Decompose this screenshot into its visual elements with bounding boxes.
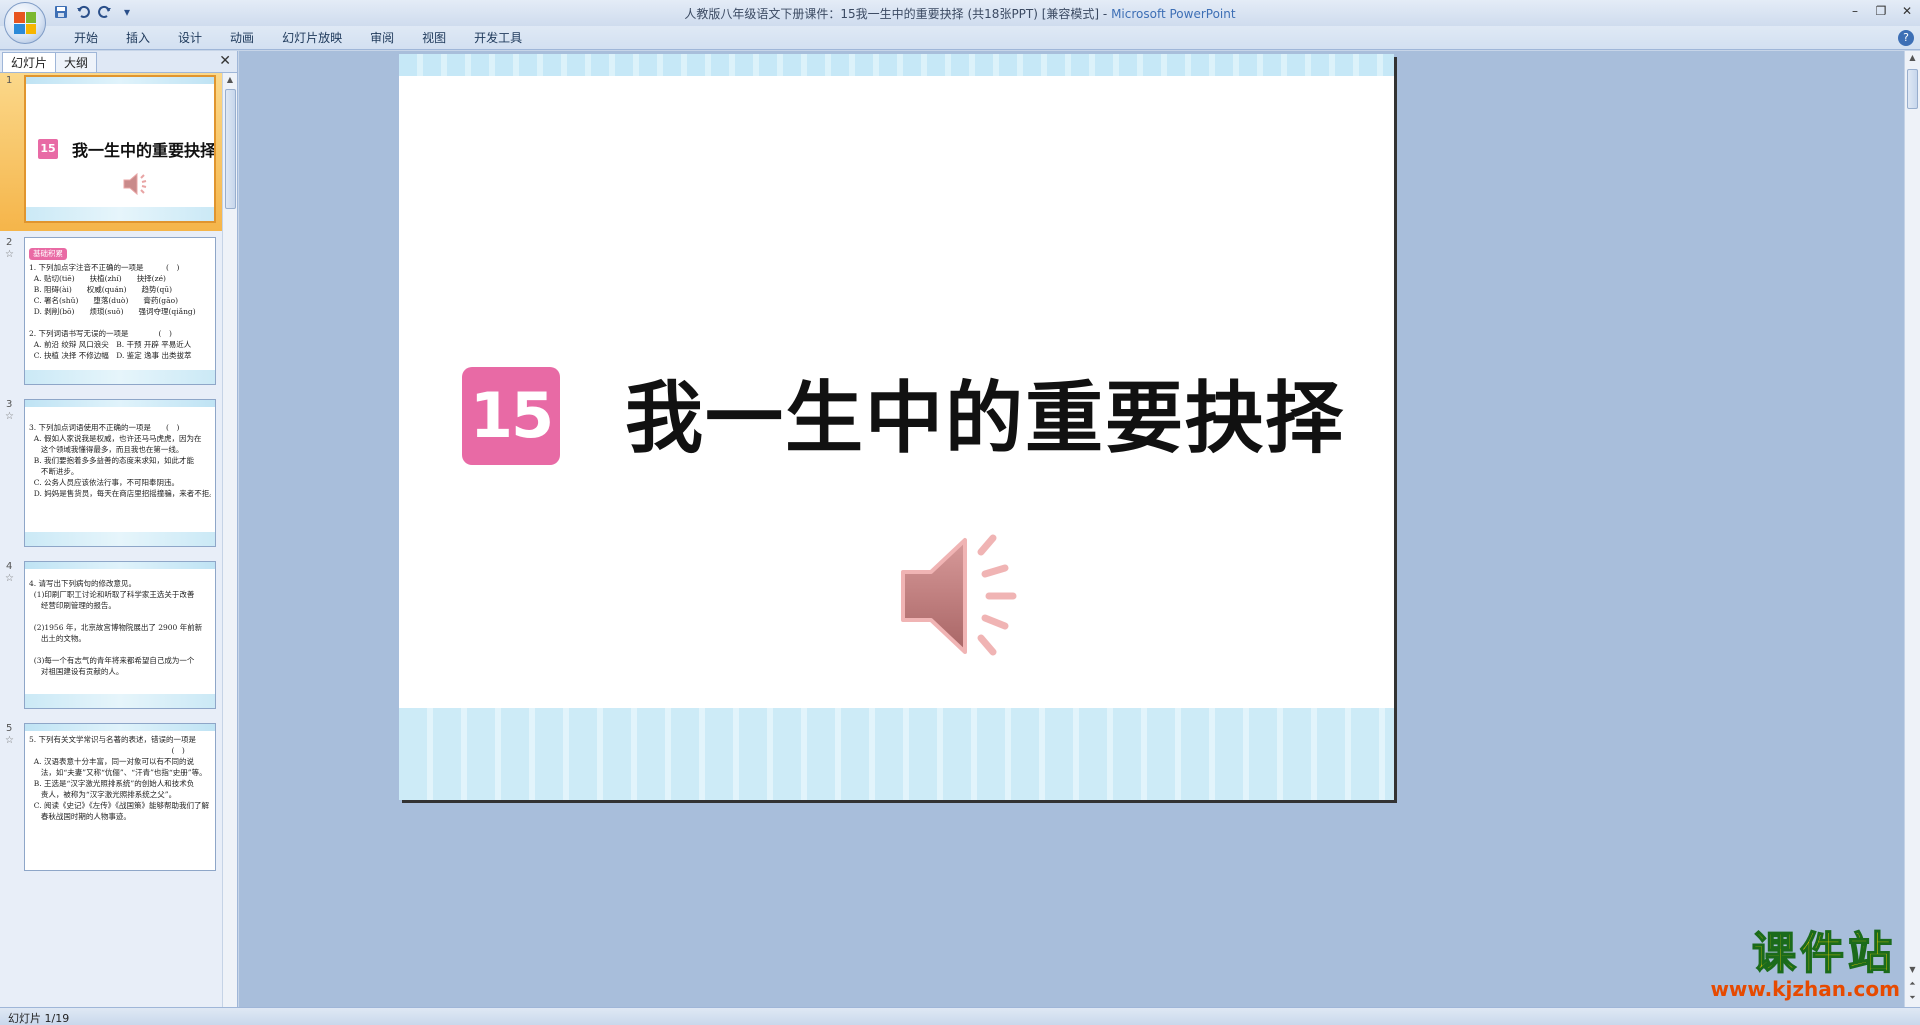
thumb-body-text: 1. 下列加点字注音不正确的一项是 ( ) A. 贴切(tiē) 扶植(zhí)… — [29, 263, 196, 360]
thumbnail-list: 1 15 我一生中的重要抉择 2 ☆ 基础积累 1. 下列加点字注音不正确的一项… — [0, 73, 222, 1007]
slide-counter: 幻灯片 1/19 — [8, 1012, 70, 1025]
slide-number: 4 — [6, 561, 13, 572]
tab-design[interactable]: 设计 — [164, 26, 216, 50]
watermark-logo: 课件站 — [1751, 928, 1896, 980]
decor-band — [399, 54, 1394, 76]
slide-title[interactable]: 我一生中的重要抉择 — [625, 376, 1345, 462]
close-icon[interactable]: ✕ — [1898, 2, 1916, 20]
decor-band — [26, 207, 214, 221]
scroll-down-icon[interactable]: ▼ — [1905, 963, 1920, 977]
scroll-bottom-controls: ▼ ⏶ ⏷ — [1905, 963, 1920, 1005]
thumb-body-text: 5. 下列有关文学常识与名著的表述，错误的一项是 ( ) A. 汉语表意十分丰富… — [29, 735, 210, 821]
tab-insert[interactable]: 插入 — [112, 26, 164, 50]
section-badge: 基础积累 — [29, 248, 67, 260]
slide-thumbnail-3[interactable]: 3 ☆ 3. 下列加点词语使用不正确的一项是 ( ) A. 假如人家说我是权威，… — [0, 397, 222, 555]
decor-band — [25, 370, 215, 384]
speaker-icon — [123, 172, 147, 196]
thumbnail-preview: 15 我一生中的重要抉择 — [24, 75, 216, 223]
tab-animations[interactable]: 动画 — [216, 26, 268, 50]
slide-thumbnail-2[interactable]: 2 ☆ 基础积累 1. 下列加点字注音不正确的一项是 ( ) A. 贴切(tiē… — [0, 235, 222, 393]
scroll-thumb[interactable] — [1907, 69, 1918, 109]
restore-icon[interactable]: ❐ — [1872, 2, 1890, 20]
scroll-up-icon[interactable]: ▲ — [1905, 51, 1920, 65]
slide-number: 1 — [6, 75, 13, 86]
decor-band — [25, 400, 215, 407]
scroll-up-icon[interactable]: ▲ — [223, 73, 237, 87]
slides-panel: 幻灯片 大纲 ✕ 1 15 我一生中的重要抉择 2 ☆ 基础积累 1. 下列加点… — [0, 51, 238, 1007]
decor-band — [25, 532, 215, 546]
status-bar: 幻灯片 1/19 — [0, 1007, 1920, 1025]
close-panel-icon[interactable]: ✕ — [219, 53, 231, 69]
tab-slideshow[interactable]: 幻灯片放映 — [268, 26, 356, 50]
animation-star-icon: ☆ — [5, 573, 14, 584]
window-controls: – ❐ ✕ — [1846, 2, 1916, 20]
editor-scrollbar[interactable]: ▲ ▼ ⏶ ⏷ — [1904, 51, 1920, 1007]
slide-thumbnail-5[interactable]: 5 ☆ 5. 下列有关文学常识与名著的表述，错误的一项是 ( ) A. 汉语表意… — [0, 721, 222, 879]
watermark: 课件站 www.kjzhan.com — [1710, 928, 1900, 1003]
previous-slide-icon[interactable]: ⏶ — [1905, 977, 1920, 991]
ribbon-tabs: 开始 插入 设计 动画 幻灯片放映 审阅 视图 开发工具 — [0, 26, 1920, 50]
tab-home[interactable]: 开始 — [60, 26, 112, 50]
animation-star-icon: ☆ — [5, 249, 14, 260]
slide-thumbnail-1[interactable]: 1 15 我一生中的重要抉择 — [0, 73, 222, 231]
thumb-body-text: 3. 下列加点词语使用不正确的一项是 ( ) A. 假如人家说我是权威，也许还马… — [29, 423, 211, 498]
slide-number: 2 — [6, 237, 13, 248]
office-logo-icon — [14, 12, 36, 34]
thumb-body-text: 4. 请写出下列病句的修改意见。 (1)印刷厂职工讨论和听取了科学家王选关于改善… — [29, 579, 203, 676]
tab-slides[interactable]: 幻灯片 — [2, 52, 57, 72]
animation-star-icon: ☆ — [5, 411, 14, 422]
scroll-thumb[interactable] — [225, 89, 236, 209]
document-title: 人教版八年级语文下册课件：15我一生中的重要抉择 (共18张PPT) [兼容模式… — [684, 7, 1112, 21]
watermark-url: www.kjzhan.com — [1710, 977, 1900, 1001]
decor-band — [25, 724, 215, 731]
next-slide-icon[interactable]: ⏷ — [1905, 991, 1920, 1005]
title-bar: ▾ 人教版八年级语文下册课件：15我一生中的重要抉择 (共18张PPT) [兼容… — [0, 0, 1920, 26]
decor-band — [25, 562, 215, 569]
office-button[interactable] — [4, 2, 46, 44]
thumbnail-scrollbar[interactable]: ▲ — [222, 73, 237, 1007]
animation-star-icon: ☆ — [5, 735, 14, 746]
decor-band — [25, 694, 215, 708]
tab-view[interactable]: 视图 — [408, 26, 460, 50]
thumbnail-preview: 3. 下列加点词语使用不正确的一项是 ( ) A. 假如人家说我是权威，也许还马… — [24, 399, 216, 547]
decor-band — [399, 708, 1394, 800]
panel-tabs: 幻灯片 大纲 ✕ — [0, 51, 237, 73]
speaker-icon[interactable] — [897, 530, 1029, 662]
slide-number: 5 — [6, 723, 13, 734]
thumb-number-badge: 15 — [38, 139, 58, 159]
current-slide[interactable]: 15 我一生中的重要抉择 — [399, 54, 1394, 800]
thumbnail-preview: 5. 下列有关文学常识与名著的表述，错误的一项是 ( ) A. 汉语表意十分丰富… — [24, 723, 216, 871]
slide-number: 3 — [6, 399, 13, 410]
slide-thumbnail-4[interactable]: 4 ☆ 4. 请写出下列病句的修改意见。 (1)印刷厂职工讨论和听取了科学家王选… — [0, 559, 222, 717]
minimize-icon[interactable]: – — [1846, 2, 1864, 20]
thumb-title: 我一生中的重要抉择 — [72, 141, 216, 160]
tab-outline[interactable]: 大纲 — [55, 52, 98, 72]
thumbnail-preview: 4. 请写出下列病句的修改意见。 (1)印刷厂职工讨论和听取了科学家王选关于改善… — [24, 561, 216, 709]
lesson-number-badge: 15 — [462, 367, 560, 465]
window-title: 人教版八年级语文下册课件：15我一生中的重要抉择 (共18张PPT) [兼容模式… — [0, 5, 1920, 22]
app-name: Microsoft PowerPoint — [1111, 7, 1236, 21]
decor-band — [26, 77, 214, 84]
tab-developer[interactable]: 开发工具 — [460, 26, 536, 50]
tab-review[interactable]: 审阅 — [356, 26, 408, 50]
help-icon[interactable]: ? — [1898, 30, 1914, 46]
slide-editor: 15 我一生中的重要抉择 — [239, 51, 1920, 1007]
thumbnail-preview: 基础积累 1. 下列加点字注音不正确的一项是 ( ) A. 贴切(tiē) 扶植… — [24, 237, 216, 385]
